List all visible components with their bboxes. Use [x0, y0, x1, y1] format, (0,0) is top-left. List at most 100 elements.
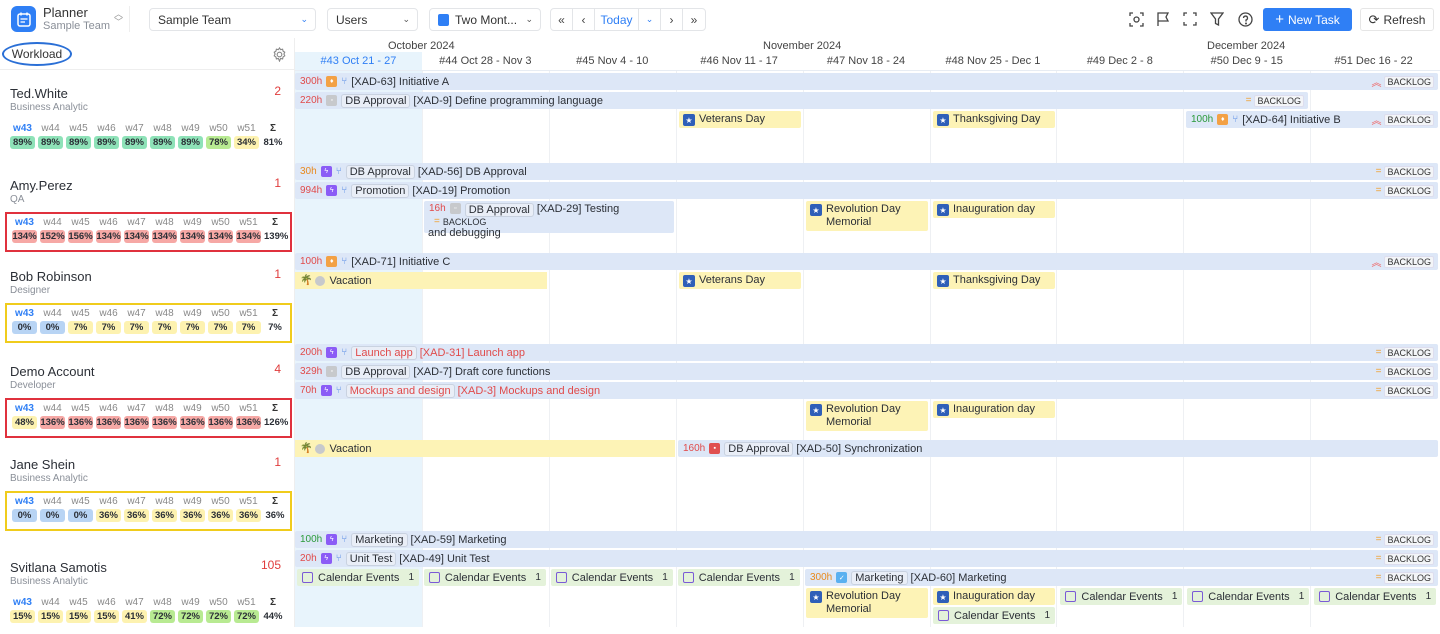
week-column-header[interactable]: #44 Oct 28 - Nov 3 [422, 55, 549, 67]
user-role: Business Analytic [10, 576, 88, 587]
task-title: [XAD-19] Promotion [412, 184, 511, 197]
user-name[interactable]: Amy.Perez [10, 178, 73, 193]
week-load-value: 36% [152, 509, 177, 522]
week-label: w48 [155, 496, 174, 507]
help-icon[interactable] [1236, 10, 1254, 28]
week-load-cell: w44 0% [40, 496, 65, 522]
calendar-events-chip[interactable]: Calendar Events 1 [933, 607, 1055, 624]
week-load-cell: w46 89% [94, 123, 119, 149]
new-task-button[interactable]: + New Task [1263, 8, 1352, 31]
week-column-header[interactable]: #49 Dec 2 - 8 [1056, 55, 1183, 67]
week-load-value: 78% [206, 136, 231, 149]
task-bar[interactable]: 300h ✓ Marketing [XAD-60] Marketing = BAC… [805, 569, 1438, 586]
week-load-value: 89% [178, 136, 203, 149]
group-select[interactable]: Users ⌄ [327, 8, 418, 31]
task-bar[interactable]: 994h ϟ ⑂ Promotion [XAD-19] Promotion = B… [295, 182, 1438, 199]
flag-icon[interactable] [1154, 10, 1172, 28]
week-label: w51 [239, 217, 258, 228]
next-period-button[interactable]: » [683, 9, 705, 30]
previous-period-button[interactable]: « [551, 9, 573, 30]
calendar-events-chip[interactable]: Calendar Events 1 [423, 569, 546, 586]
task-bar[interactable]: 220h ▫ DB Approval [XAD-9] Define progra… [295, 92, 1308, 109]
calendar-icon [1319, 591, 1331, 602]
week-label: w43 [15, 496, 34, 507]
week-load-value: 136% [40, 416, 65, 429]
user-role: Designer [10, 285, 51, 296]
calendar-events-chip[interactable]: Calendar Events 1 [297, 569, 419, 586]
week-column-header[interactable]: #47 Nov 18 - 24 [803, 55, 930, 67]
week-load-cell: w45 15% [66, 597, 91, 623]
task-bar[interactable]: 20h ϟ ⑂ Unit Test [XAD-49] Unit Test = BA… [295, 550, 1438, 567]
week-column-header[interactable]: #45 Nov 4 - 10 [549, 55, 676, 67]
next-button[interactable]: › [661, 9, 683, 30]
user-role: Business Analytic [10, 473, 88, 484]
holiday-event[interactable]: ★ Inauguration day [933, 401, 1055, 418]
backlog-badge: = BACKLOG [1376, 384, 1434, 397]
week-load-cell: w50 72% [206, 597, 231, 623]
holiday-event[interactable]: ★ Thanksgiving Day [933, 272, 1055, 289]
month-label: October 2024 [388, 40, 455, 52]
week-column-header[interactable]: #51 Dec 16 - 22 [1310, 55, 1437, 67]
week-load-cell: w48 136% [152, 403, 177, 429]
calendar-events-chip[interactable]: Calendar Events 1 [1187, 588, 1310, 605]
task-hours: 300h [810, 572, 833, 583]
holiday-event[interactable]: ★ Inauguration day [933, 588, 1055, 605]
bug-icon: ▪ [709, 443, 721, 454]
today-dropdown-icon[interactable]: ⌄ [639, 9, 661, 30]
week-load-value: 72% [150, 610, 175, 623]
week-load-value: 0% [12, 509, 37, 522]
gear-icon[interactable] [272, 46, 287, 65]
vacation-event[interactable]: 🌴 Vacation [295, 272, 547, 289]
scan-icon[interactable] [1127, 10, 1145, 28]
hierarchy-icon: ⑂ [341, 185, 348, 196]
task-bar[interactable]: 100h ♦ ⑂ [XAD-64] Initiative B ︽ BACKLOG [1186, 111, 1438, 128]
hierarchy-icon: ⑂ [341, 76, 348, 87]
priority-high-icon: ︽ [1371, 78, 1382, 89]
task-hours: 20h [300, 553, 317, 564]
holiday-event[interactable]: ★ Veterans Day [679, 272, 801, 289]
user-role: QA [10, 194, 25, 205]
week-load-value: 7% [208, 321, 233, 334]
user-name[interactable]: Demo Account [10, 364, 95, 379]
week-column-header[interactable]: #46 Nov 11 - 17 [676, 55, 803, 67]
user-name[interactable]: Jane Shein [10, 457, 75, 472]
week-column-header[interactable]: #48 Nov 25 - Dec 1 [930, 55, 1057, 67]
task-bar[interactable]: 329h ▫ DB Approval [XAD-7] Draft core fu… [295, 363, 1438, 380]
calendar-events-chip[interactable]: Calendar Events 1 [1314, 588, 1437, 605]
planner-logo-icon[interactable] [11, 6, 36, 32]
calendar-events-chip[interactable]: Calendar Events 1 [1060, 588, 1183, 605]
user-name[interactable]: Svitlana Samotis [10, 560, 107, 575]
task-bar[interactable]: 300h ♦ ⑂ [XAD-63] Initiative A ︽ BACKLOG [295, 73, 1438, 90]
task-bar[interactable]: 16h ▫ DB Approval [XAD-29] Testing = BACK… [424, 201, 674, 239]
holiday-event[interactable]: ★ Revolution Day Memorial [806, 401, 928, 431]
filter-icon[interactable] [1208, 10, 1226, 28]
task-bar[interactable]: 160h ▪ DB Approval [XAD-50] Synchronizat… [678, 440, 1438, 457]
holiday-event[interactable]: ★ Inauguration day [933, 201, 1055, 218]
holiday-event[interactable]: ★ Veterans Day [679, 111, 801, 128]
fullscreen-icon[interactable] [1181, 10, 1199, 28]
holiday-event[interactable]: ★ Revolution Day Memorial [806, 201, 928, 231]
previous-button[interactable]: ‹ [573, 9, 595, 30]
task-bar[interactable]: 70h ϟ ⑂ Mockups and design [XAD-3] Mocku… [295, 382, 1438, 399]
task-bar[interactable]: 100h ϟ ⑂ Marketing [XAD-59] Marketing = B… [295, 531, 1438, 548]
calendar-events-chip[interactable]: Calendar Events 1 [550, 569, 673, 586]
holiday-event[interactable]: ★ Revolution Day Memorial [806, 588, 928, 618]
task-bar[interactable]: 200h ϟ ⑂ Launch app [XAD-31] Launch app … [295, 344, 1438, 361]
today-button[interactable]: Today [595, 9, 639, 30]
week-load-cell: w51 7% [236, 308, 261, 334]
task-bar[interactable]: 100h ♦ ⑂ [XAD-71] Initiative C ︽ BACKLOG [295, 253, 1438, 270]
team-select[interactable]: Sample Team ⌄ [149, 8, 316, 31]
user-name[interactable]: Ted.White [10, 86, 68, 101]
task-bar[interactable]: 30h ϟ ⑂ DB Approval [XAD-56] DB Approval… [295, 163, 1438, 180]
vacation-event[interactable]: 🌴 Vacation [295, 440, 675, 457]
calendar-events-chip[interactable]: Calendar Events 1 [677, 569, 800, 586]
week-column-header[interactable]: #50 Dec 9 - 15 [1183, 55, 1310, 67]
app-switch-icon[interactable]: ︿ ﹀ [114, 10, 123, 27]
view-select[interactable]: Two Mont... ⌄ [429, 8, 541, 31]
holiday-event[interactable]: ★ Thanksgiving Day [933, 111, 1055, 128]
refresh-button[interactable]: ⟳ Refresh [1360, 8, 1434, 31]
user-name[interactable]: Bob Robinson [10, 269, 92, 284]
week-column-header[interactable]: #43 Oct 21 - 27 [295, 55, 422, 67]
task-title: [XAD-9] Define programming language [413, 94, 603, 107]
total-load-value: 44% [263, 611, 283, 622]
